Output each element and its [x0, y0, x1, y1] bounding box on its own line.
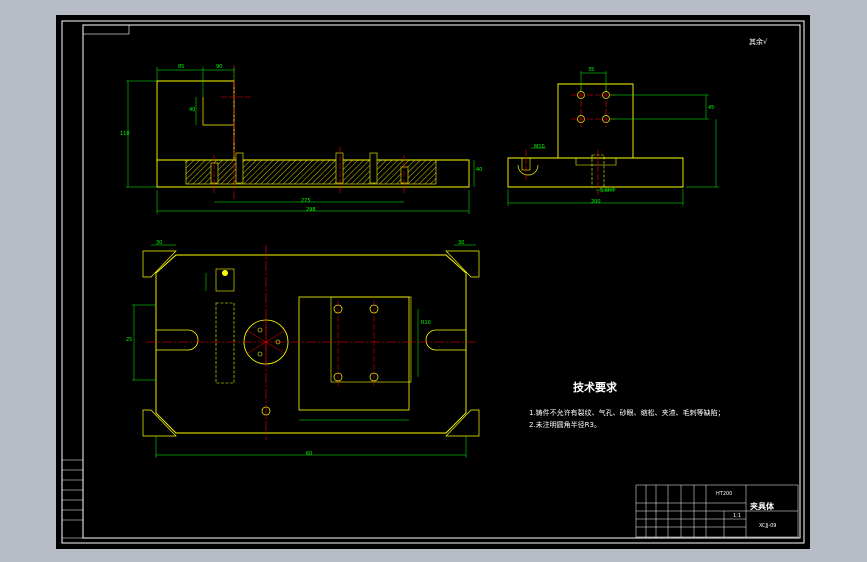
- scale: 1:1: [733, 513, 742, 519]
- tech-note-2: 2.未注明圆角半径R3。: [529, 421, 601, 429]
- cad-drawing: [61, 20, 805, 544]
- dim-label: 85: [178, 64, 185, 70]
- dim-label: 5.6H7: [600, 188, 615, 194]
- top-plate-outline: [155, 254, 467, 434]
- dim-label: 40: [476, 167, 483, 173]
- corner-label-box: [82, 24, 130, 35]
- dim-label: 200: [591, 199, 601, 205]
- dim-label: 298: [306, 207, 316, 213]
- dim-label: 45: [708, 105, 715, 111]
- dim-label: 30: [458, 240, 465, 246]
- side-view: [507, 71, 719, 206]
- drawing-number: XCJJ-09: [759, 523, 777, 529]
- front-column-outline: [156, 80, 235, 161]
- dim-label: 35: [588, 67, 595, 73]
- part-name: 夹具体: [750, 502, 774, 511]
- material: HT200: [716, 491, 733, 497]
- outer-frame: [61, 20, 805, 544]
- dim-label: 30: [156, 240, 163, 246]
- dim-label: 90: [216, 64, 223, 70]
- revision-strip: [61, 459, 84, 539]
- dim-label: 60: [306, 451, 313, 457]
- top-support-block: [298, 296, 410, 411]
- inner-frame: [82, 24, 801, 539]
- drawing-sheet: 其余√ 技术要求 1.铸件不允许有裂纹、气孔、砂眼、缩松、夹渣、毛刺等缺陷； 2…: [56, 15, 810, 549]
- surface-roughness-note: 其余√: [749, 38, 768, 46]
- dim-label: 275: [301, 198, 311, 204]
- tech-note-1: 1.铸件不允许有裂纹、气孔、砂眼、缩松、夹渣、毛刺等缺陷；: [529, 409, 725, 417]
- dim-label: 40: [189, 107, 196, 113]
- front-view: [126, 65, 475, 214]
- dim-label: 25: [126, 337, 133, 343]
- dim-label: R10: [421, 320, 431, 326]
- dim-label: 110: [120, 131, 130, 137]
- front-section-hatch: [185, 159, 437, 185]
- top-view: [132, 244, 480, 458]
- tech-requirements-title: 技术要求: [573, 381, 617, 394]
- dim-label: M10: [534, 144, 545, 150]
